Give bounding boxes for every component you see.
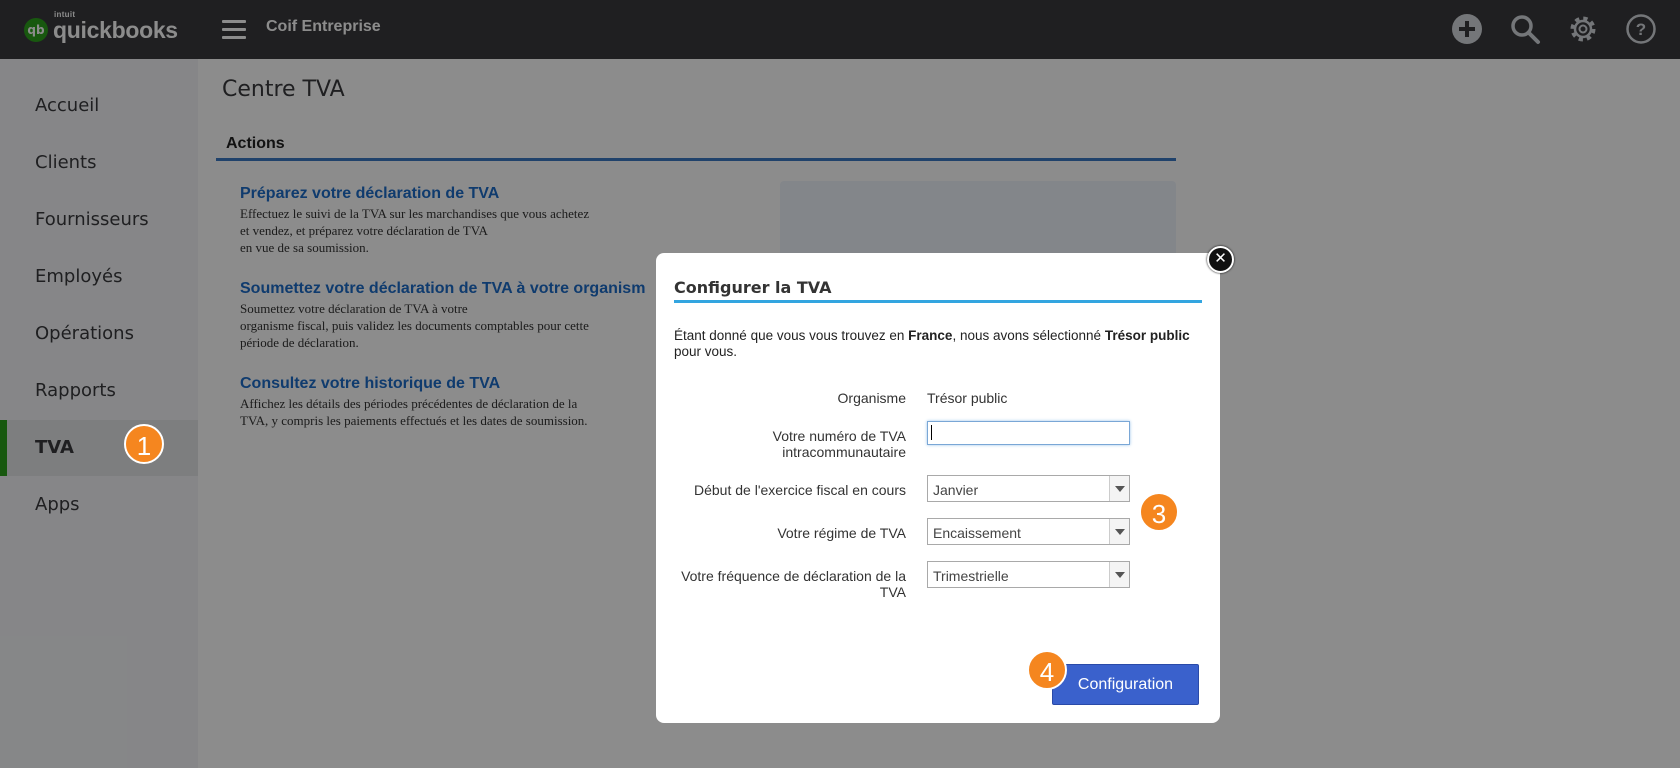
configuration-button[interactable]: Configuration (1052, 664, 1199, 705)
agency-value: Trésor public (927, 390, 1008, 406)
step-badge-1: 1 (124, 424, 164, 464)
dialog-intro: Étant donné que vous vous trouvez en Fra… (674, 328, 1190, 359)
vat-regime-select[interactable]: Encaissement (927, 518, 1130, 545)
vat-number-label: Votre numéro de TVA intracommunautaire (772, 428, 906, 460)
chevron-down-icon[interactable] (1109, 476, 1129, 501)
close-icon[interactable]: ✕ (1207, 246, 1234, 273)
fiscal-year-select[interactable]: Janvier (927, 475, 1130, 502)
vat-regime-label: Votre régime de TVA (777, 525, 906, 541)
vat-number-input[interactable] (927, 421, 1130, 445)
filing-frequency-label: Votre fréquence de déclaration de la TVA (681, 568, 906, 600)
configure-vat-dialog: Configurer la TVA Étant donné que vous v… (656, 253, 1220, 723)
fiscal-year-label: Début de l'exercice fiscal en cours (694, 482, 906, 498)
step-badge-4: 4 (1027, 650, 1067, 690)
dialog-title: Configurer la TVA (674, 278, 832, 297)
chevron-down-icon[interactable] (1109, 519, 1129, 544)
step-badge-3: 3 (1139, 492, 1179, 532)
agency-label: Organisme (837, 390, 906, 406)
dialog-title-rule (674, 300, 1202, 303)
chevron-down-icon[interactable] (1109, 562, 1129, 587)
filing-frequency-select[interactable]: Trimestrielle (927, 561, 1130, 588)
